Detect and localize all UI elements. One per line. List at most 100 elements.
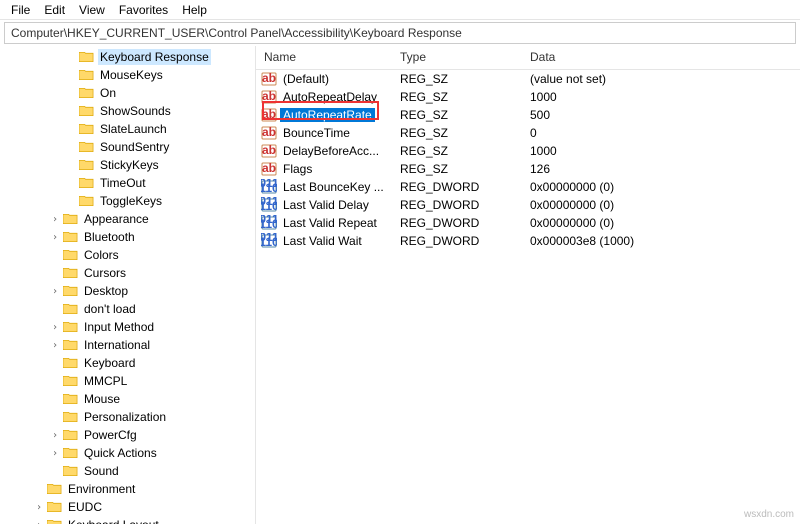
tree-item[interactable]: Cursors — [0, 264, 255, 282]
tree-item-label: On — [98, 85, 118, 101]
folder-icon — [46, 499, 62, 515]
folder-icon — [62, 373, 78, 389]
tree-item[interactable]: Keyboard Response — [0, 48, 255, 66]
value-row[interactable]: ab(Default)REG_SZ(value not set) — [256, 70, 800, 88]
chevron-icon[interactable]: › — [48, 214, 62, 225]
tree-item[interactable]: ›Input Method — [0, 318, 255, 336]
folder-icon — [78, 157, 94, 173]
tree-item[interactable]: don't load — [0, 300, 255, 318]
menu-favorites[interactable]: Favorites — [112, 1, 175, 19]
tree-item[interactable]: › Bluetooth — [0, 228, 255, 246]
value-type-icon: ab — [260, 107, 278, 123]
tree-item-label: Bluetooth — [82, 229, 137, 245]
tree-item-label: International — [82, 337, 152, 353]
folder-icon — [78, 67, 94, 83]
value-name: DelayBeforeAcc... — [278, 144, 392, 158]
value-row[interactable]: abDelayBeforeAcc...REG_SZ1000 — [256, 142, 800, 160]
address-text: Computer\HKEY_CURRENT_USER\Control Panel… — [11, 26, 462, 40]
value-type-icon: ab — [260, 161, 278, 177]
address-bar[interactable]: Computer\HKEY_CURRENT_USER\Control Panel… — [4, 22, 796, 44]
folder-icon — [62, 211, 78, 227]
tree-item[interactable]: › Appearance — [0, 210, 255, 228]
tree-panel[interactable]: Keyboard ResponseMouseKeys OnShowSoundsSl… — [0, 46, 256, 524]
value-type-icon: ab — [260, 143, 278, 159]
value-row[interactable]: 011110Last BounceKey ...REG_DWORD0x00000… — [256, 178, 800, 196]
svg-text:110: 110 — [261, 199, 277, 213]
value-row[interactable]: abBounceTimeREG_SZ0 — [256, 124, 800, 142]
value-data: 126 — [522, 162, 800, 176]
svg-text:ab: ab — [262, 89, 276, 103]
tree-item[interactable]: ›Quick Actions — [0, 444, 255, 462]
value-data: 500 — [522, 108, 800, 122]
folder-icon — [62, 355, 78, 371]
chevron-icon[interactable]: › — [48, 232, 62, 243]
tree-item[interactable]: StickyKeys — [0, 156, 255, 174]
tree-item[interactable]: On — [0, 84, 255, 102]
tree-item[interactable]: Mouse — [0, 390, 255, 408]
chevron-icon[interactable]: › — [48, 430, 62, 441]
tree-item[interactable]: ShowSounds — [0, 102, 255, 120]
tree-item[interactable]: ›Desktop — [0, 282, 255, 300]
value-data: 0 — [522, 126, 800, 140]
value-row[interactable]: abAutoRepeatDelayREG_SZ1000 — [256, 88, 800, 106]
folder-icon — [62, 247, 78, 263]
chevron-icon[interactable]: › — [48, 340, 62, 351]
value-row[interactable]: 011110Last Valid DelayREG_DWORD0x0000000… — [256, 196, 800, 214]
tree-item[interactable]: TimeOut — [0, 174, 255, 192]
value-row[interactable]: 011110Last Valid WaitREG_DWORD0x000003e8… — [256, 232, 800, 250]
tree-item[interactable]: Keyboard — [0, 354, 255, 372]
folder-icon — [78, 49, 94, 65]
chevron-icon[interactable]: › — [48, 286, 62, 297]
chevron-icon[interactable]: › — [32, 520, 46, 524]
folder-icon — [62, 283, 78, 299]
tree-item-label: SlateLaunch — [98, 121, 169, 137]
menu-view[interactable]: View — [72, 1, 112, 19]
chevron-icon[interactable]: › — [32, 502, 46, 513]
menu-help[interactable]: Help — [175, 1, 214, 19]
tree-item[interactable]: Colors — [0, 246, 255, 264]
tree-item-label: TimeOut — [98, 175, 148, 191]
value-data: 0x00000000 (0) — [522, 216, 800, 230]
value-row[interactable]: abFlagsREG_SZ126 — [256, 160, 800, 178]
column-header-type[interactable]: Type — [392, 46, 522, 69]
tree-item[interactable]: ›Keyboard Layout — [0, 516, 255, 524]
tree-item[interactable]: Sound — [0, 462, 255, 480]
column-header-data[interactable]: Data — [522, 46, 800, 69]
tree-item[interactable]: ›EUDC — [0, 498, 255, 516]
tree-item-label: Sound — [82, 463, 121, 479]
tree-item[interactable]: Personalization — [0, 408, 255, 426]
value-name: BounceTime — [278, 126, 392, 140]
value-data: 1000 — [522, 144, 800, 158]
tree-item[interactable]: SoundSentry — [0, 138, 255, 156]
value-type: REG_SZ — [392, 108, 522, 122]
tree-item[interactable]: SlateLaunch — [0, 120, 255, 138]
value-name: Last Valid Delay — [278, 198, 392, 212]
menu-edit[interactable]: Edit — [37, 1, 72, 19]
value-row[interactable]: abAutoRepeatRateREG_SZ500 — [256, 106, 800, 124]
svg-text:ab: ab — [262, 125, 276, 139]
tree-item[interactable]: MMCPL — [0, 372, 255, 390]
value-data: 1000 — [522, 90, 800, 104]
chevron-icon[interactable]: › — [48, 322, 62, 333]
tree-item[interactable]: ToggleKeys — [0, 192, 255, 210]
tree-item-label: MMCPL — [82, 373, 129, 389]
tree-item-label: Personalization — [82, 409, 168, 425]
value-name: Last BounceKey ... — [278, 180, 392, 194]
tree-item[interactable]: MouseKeys — [0, 66, 255, 84]
tree-item[interactable]: Environment — [0, 480, 255, 498]
value-type: REG_DWORD — [392, 234, 522, 248]
folder-icon — [78, 85, 94, 101]
folder-icon — [62, 445, 78, 461]
tree-item-label: MouseKeys — [98, 67, 165, 83]
value-data: (value not set) — [522, 72, 800, 86]
chevron-icon[interactable]: › — [48, 448, 62, 459]
values-list: ab(Default)REG_SZ(value not set)abAutoRe… — [256, 70, 800, 250]
menu-file[interactable]: File — [4, 1, 37, 19]
value-row[interactable]: 011110Last Valid RepeatREG_DWORD0x000000… — [256, 214, 800, 232]
column-header-name[interactable]: Name — [256, 46, 392, 69]
folder-icon — [78, 193, 94, 209]
tree-item[interactable]: › International — [0, 336, 255, 354]
value-name: Last Valid Repeat — [278, 216, 392, 230]
tree-item-label: Appearance — [82, 211, 151, 227]
tree-item[interactable]: ›PowerCfg — [0, 426, 255, 444]
